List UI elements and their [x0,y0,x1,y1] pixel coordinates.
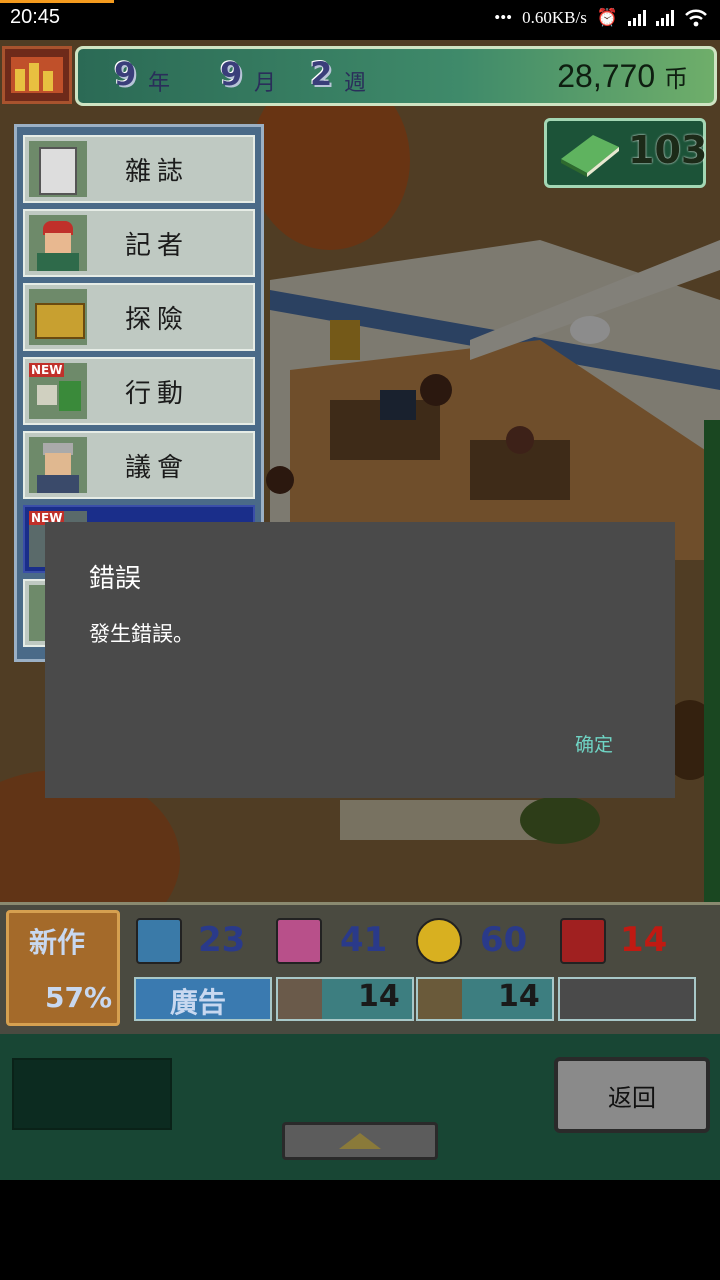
stat-print: 14 [620,920,668,960]
stat-writing: 23 [198,920,246,960]
new-badge: NEW [29,363,65,377]
menu-label: 行動 [125,379,190,409]
menu-label: 探險 [125,305,190,335]
week-unit: 週 [344,71,367,96]
stat-photo: 41 [340,920,388,960]
status-bar: 20:45 ••• 0.60KB/s ⏰ [0,0,720,40]
councilor-icon [29,437,87,493]
game-logo-icon[interactable] [2,46,72,104]
menu-item-council[interactable]: 議會 [23,431,255,499]
menu-item-reporter[interactable]: 記者 [23,209,255,277]
staff-gauge-1: 14 [276,977,414,1021]
staff-gauge-2: 14 [416,977,554,1021]
menu-label: 議會 [125,453,190,483]
status-icons: ••• 0.60KB/s ⏰ [494,8,708,28]
ad-button[interactable]: 廣告 [134,977,272,1021]
net-speed: 0.60KB/s [522,8,587,27]
hd-signal-icon [628,10,646,26]
wifi-icon [685,9,707,27]
back-button[interactable]: 返回 [554,1057,710,1133]
year-unit: 年 [148,71,171,96]
month-unit: 月 [254,71,277,96]
menu-item-magazine[interactable]: 雜誌 [23,135,255,203]
month-number: 9 [220,55,243,93]
dialog-message: 發生錯誤。 [89,622,194,646]
left-slot [12,1058,172,1130]
menu-item-action[interactable]: NEW 行動 [23,357,255,425]
new-title-box[interactable]: 新作 57% [6,910,120,1026]
writing-icon [136,918,182,964]
ad-label: 廣告 [170,986,227,1019]
new-action-icon: NEW [29,363,87,419]
dialog-title: 錯誤 [89,564,142,594]
stat-happiness: 60 [480,920,528,960]
staff-value-2: 14 [498,979,540,1014]
staff-value-1: 14 [358,979,400,1014]
new-title-percent: 57% [45,981,113,1014]
smile-icon [416,918,462,964]
ok-button[interactable]: 确定 [575,730,613,757]
money-amount: 28,770 [557,58,656,94]
money-unit: 币 [664,65,688,93]
computer-icon [418,979,462,1019]
printer-icon [560,918,606,964]
menu-label: 雜誌 [125,157,190,187]
empty-gauge [558,977,696,1021]
error-dialog: 錯誤 發生錯誤。 确定 [45,522,675,798]
menu-item-expedition[interactable]: 探險 [23,283,255,351]
photo-icon [276,918,322,964]
status-time: 20:45 [10,6,61,28]
book-count: 103 [628,128,708,172]
book-icon [561,135,619,177]
reporter-icon [29,215,87,271]
staff-icon [278,979,322,1019]
money-display: 28,770 币 [557,58,688,95]
status-progress-line [0,0,114,3]
treasure-chest-icon [29,289,87,345]
week-number: 2 [310,55,333,93]
triangle-up-icon [339,1133,381,1149]
new-title-label: 新作 [29,926,86,959]
year-number: 9 [114,55,137,93]
expand-button[interactable] [282,1122,438,1160]
magazine-icon [29,141,87,197]
more-dots-icon: ••• [494,8,513,27]
menu-label: 記者 [125,231,190,261]
signal-icon [656,10,674,26]
back-label: 返回 [608,1083,656,1112]
alarm-icon: ⏰ [596,8,618,27]
